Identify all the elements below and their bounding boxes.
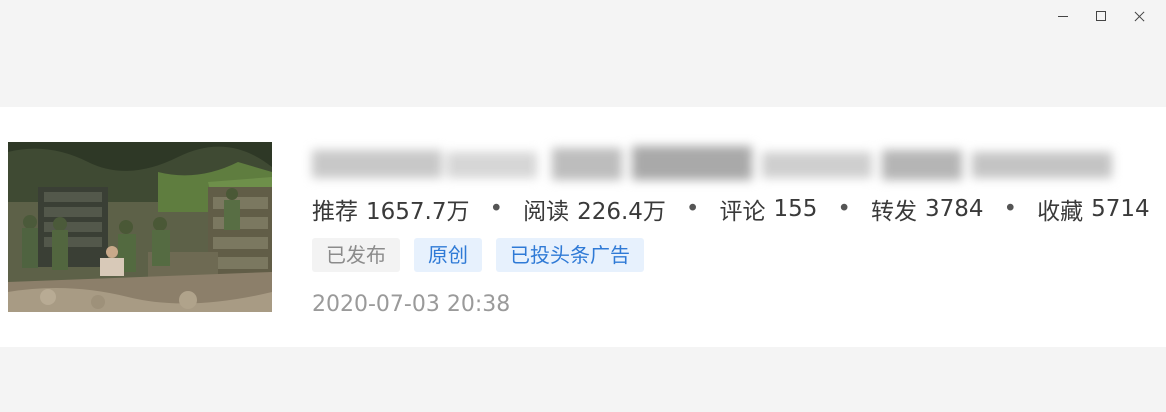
stat-favorite-value: 5714 [1091, 196, 1150, 222]
publish-timestamp: 2020-07-03 20:38 [312, 292, 511, 317]
stat-read-label: 阅读 [523, 199, 570, 225]
stat-comment-value: 155 [773, 196, 818, 222]
stat-recommend-label: 推荐 [312, 199, 358, 225]
tag-original: 原创 [414, 238, 482, 272]
article-stats: 推荐 1657.7万 • 阅读 226.4万 • 评论 155 • 转发 378… [312, 193, 1150, 225]
tag-published: 已发布 [312, 238, 400, 272]
article-thumbnail[interactable] [8, 142, 272, 312]
close-icon [1134, 11, 1145, 22]
article-card[interactable]: 推荐 1657.7万 • 阅读 226.4万 • 评论 155 • 转发 378… [0, 107, 1166, 347]
tag-ad-placed: 已投头条广告 [496, 238, 644, 272]
stat-separator: • [685, 196, 700, 222]
minimize-icon [1058, 15, 1068, 17]
stat-separator: • [489, 196, 504, 222]
close-button[interactable] [1120, 6, 1158, 26]
stat-share-label: 转发 [870, 199, 917, 225]
stat-comment-label: 评论 [719, 199, 766, 225]
stat-recommend-value: 1657.7万 [366, 199, 470, 225]
window-controls [1044, 6, 1158, 26]
maximize-icon [1096, 11, 1106, 21]
maximize-button[interactable] [1082, 6, 1120, 26]
minimize-button[interactable] [1044, 6, 1082, 26]
stat-separator: • [837, 196, 851, 222]
stat-read-value: 226.4万 [577, 199, 666, 225]
stat-favorite-label: 收藏 [1037, 199, 1084, 225]
thumbnail-image [8, 142, 272, 312]
article-tags: 已发布 原创 已投头条广告 [312, 238, 658, 272]
stat-share-value: 3784 [924, 196, 984, 222]
stat-separator: • [1003, 196, 1018, 222]
article-title-blurred[interactable] [312, 144, 1112, 184]
